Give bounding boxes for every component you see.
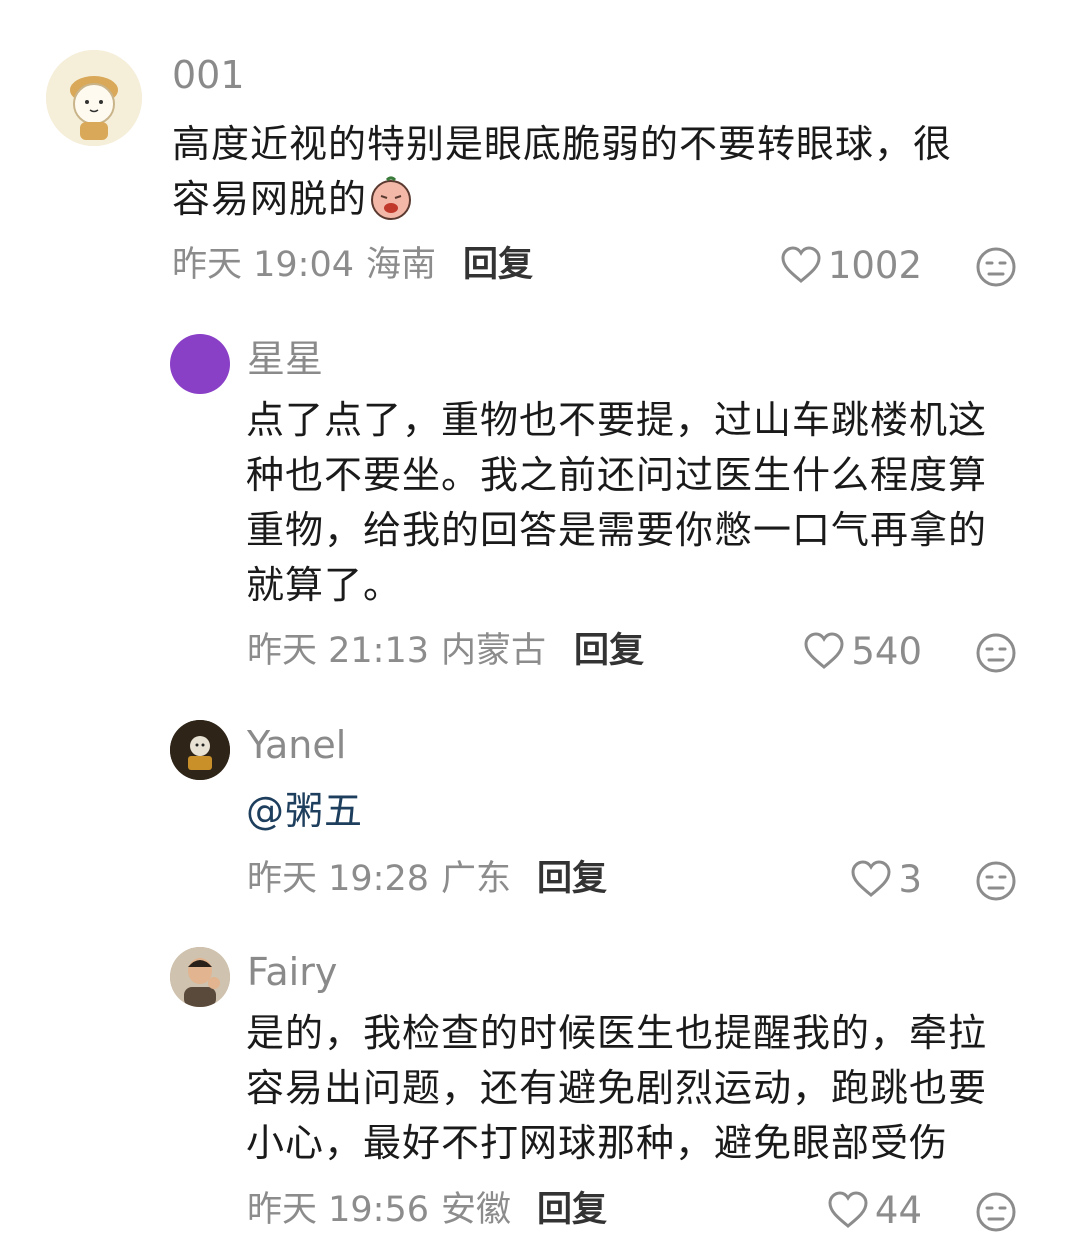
dislike-button[interactable] — [975, 860, 1017, 906]
comment-text: 高度近视的特别是眼底脆弱的不要转眼球，很 容易网脱的 — [172, 117, 952, 235]
comment-meta: 昨天 19:56 安徽 — [247, 1193, 523, 1228]
location: 广东 — [441, 859, 512, 899]
comment-text: 是的，我检查的时候医生也提醒我的，牵拉 容易出问题，还有避免剧烈运动，跑跳也要 … — [246, 1006, 987, 1171]
mention-link[interactable]: @粥五 — [246, 784, 363, 839]
neutral-face-icon — [976, 633, 1016, 673]
like-button[interactable]: 44 — [827, 1191, 922, 1229]
timestamp: 昨天 21:13 — [247, 631, 429, 671]
location: 内蒙古 — [441, 631, 547, 671]
comment-meta: 昨天 19:28 广东 — [247, 862, 523, 897]
comment-text: @粥五 — [246, 784, 363, 839]
comment-line: 重物，给我的回答是需要你憋一口气再拿的 — [246, 508, 988, 552]
like-button[interactable]: 1002 — [780, 246, 922, 284]
like-count: 1002 — [827, 243, 922, 287]
reply-button[interactable]: 回复 — [574, 634, 644, 669]
comment-line: 种也不要坐。我之前还问过医生什么程度算 — [246, 453, 988, 497]
avatar[interactable] — [46, 50, 142, 146]
comment-line-text: 容易网脱的 — [172, 177, 368, 221]
comment-text: 点了点了，重物也不要提，过山车跳楼机这 种也不要坐。我之前还问过医生什么程度算 … — [246, 393, 987, 613]
comment-line: 小心，最好不打网球那种，避免眼部受伤 — [246, 1121, 949, 1165]
like-count: 44 — [874, 1188, 922, 1232]
heart-outline-icon — [851, 860, 891, 897]
username[interactable]: 001 — [172, 56, 245, 94]
crying-face-emoji-icon — [369, 176, 413, 235]
reply-button[interactable]: 回复 — [537, 1193, 607, 1228]
heart-outline-icon — [828, 1191, 868, 1228]
dislike-button[interactable] — [975, 632, 1017, 678]
neutral-face-icon — [976, 861, 1016, 901]
neutral-face-icon — [976, 247, 1016, 287]
dislike-button[interactable] — [975, 246, 1017, 292]
like-count: 3 — [898, 857, 922, 901]
like-count: 540 — [851, 629, 922, 673]
username[interactable]: Yanel — [247, 726, 346, 764]
username[interactable]: 星星 — [247, 340, 323, 378]
timestamp: 昨天 19:56 — [247, 1190, 429, 1230]
like-button[interactable]: 540 — [803, 632, 922, 670]
comment-line: 容易出问题，还有避免剧烈运动，跑跳也要 — [246, 1066, 988, 1110]
comment-line: 就算了。 — [246, 563, 403, 607]
comment-line: 是的，我检查的时候医生也提醒我的，牵拉 — [246, 1011, 988, 1055]
location: 海南 — [366, 245, 437, 285]
heart-outline-icon — [781, 246, 821, 283]
avatar[interactable] — [170, 720, 230, 780]
comment-line: 点了点了，重物也不要提，过山车跳楼机这 — [246, 398, 988, 442]
avatar[interactable] — [170, 947, 230, 1007]
location: 安徽 — [441, 1190, 512, 1230]
cartoon-avatar-icon — [46, 50, 142, 146]
comment-meta: 昨天 21:13 内蒙古 — [247, 634, 558, 669]
photo-avatar-icon — [170, 947, 230, 1007]
dislike-button[interactable] — [975, 1191, 1017, 1237]
heart-outline-icon — [804, 632, 844, 669]
reply-button[interactable]: 回复 — [463, 248, 533, 283]
neutral-face-icon — [976, 1192, 1016, 1232]
comment-meta: 昨天 19:04 海南 — [172, 248, 448, 283]
comment-line: 高度近视的特别是眼底脆弱的不要转眼球，很 — [172, 122, 953, 166]
photo-avatar-icon — [170, 720, 230, 780]
timestamp: 昨天 19:28 — [247, 859, 429, 899]
like-button[interactable]: 3 — [850, 860, 922, 898]
comment-line: 容易网脱的 — [172, 172, 952, 235]
username[interactable]: Fairy — [247, 953, 337, 991]
timestamp: 昨天 19:04 — [172, 245, 354, 285]
reply-button[interactable]: 回复 — [537, 862, 607, 897]
avatar[interactable] — [170, 334, 230, 394]
